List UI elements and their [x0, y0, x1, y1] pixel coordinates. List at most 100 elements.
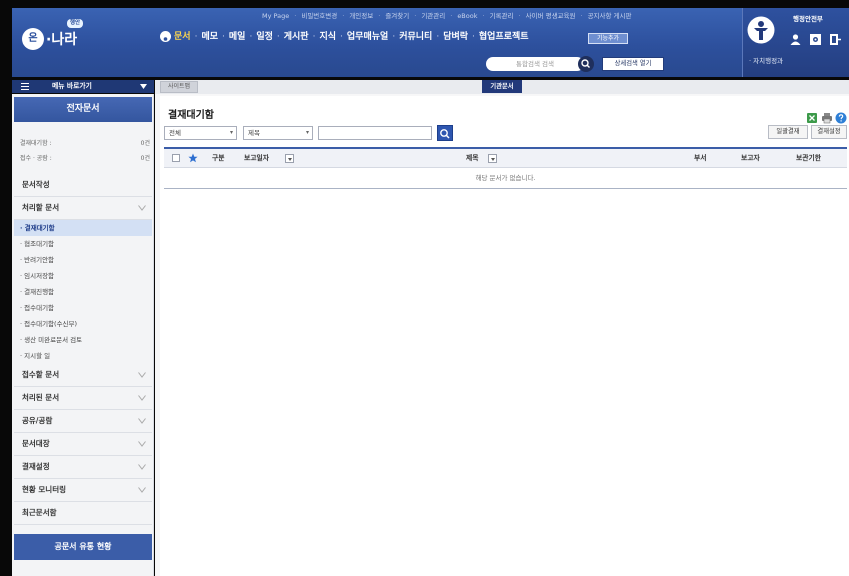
column-header-department: 부서 [694, 154, 707, 162]
sort-icon[interactable] [488, 154, 497, 163]
add-feature-button[interactable]: 기능추가 [588, 33, 628, 44]
sidebar-subitem-approval-waiting[interactable]: 결재대기함 [14, 220, 152, 236]
app-logo[interactable]: 온 ·나라 행안 [22, 19, 102, 54]
search-field-select[interactable]: 제목 [243, 126, 313, 140]
search-icon[interactable] [578, 56, 594, 72]
count-approval[interactable]: 결재대기함 : 0건 [20, 139, 150, 149]
logo-badge: 행안 [67, 19, 84, 28]
sidebar-subitem-receipt-waiting[interactable]: 접수대기함 [14, 300, 152, 316]
nav-item-community[interactable]: 커뮤니티 [388, 32, 432, 42]
menu-shortcut-label: 메뉴 바로가기 [52, 82, 92, 90]
sidebar-item-compose[interactable]: 문서작성 [14, 174, 152, 197]
nav-item-documents[interactable]: 문서 [174, 32, 191, 42]
department-name: · 자치행정과 [749, 57, 784, 65]
link-education[interactable]: 사이버 평생교육원 [514, 12, 576, 20]
person-icon [160, 31, 171, 44]
chevron-down-icon [138, 418, 146, 424]
sidebar-subitem-instructions[interactable]: 지시할 일 [14, 348, 152, 364]
empty-message: 해당 문서가 없습니다. [164, 168, 847, 189]
chevron-down-icon [138, 487, 146, 493]
detail-search-button[interactable]: 상세검색 열기 [602, 57, 664, 71]
bulk-approve-button[interactable]: 일괄결재 [768, 125, 808, 139]
sidebar-item-to-process[interactable]: 처리할 문서 [14, 197, 152, 220]
user-icon[interactable] [789, 31, 802, 45]
link-favorites[interactable]: 즐겨찾기 [373, 12, 409, 20]
main-nav: 문서메모메일일정게시판지식업무매뉴얼커뮤니티담벼락협업프로젝트 [174, 30, 584, 44]
chevron-down-icon [138, 395, 146, 401]
link-org-admin[interactable]: 기관관리 [409, 12, 445, 20]
excel-icon[interactable] [806, 109, 818, 123]
sidebar-item-label: 문서대장 [22, 439, 50, 448]
category-select-value: 전체 [169, 129, 181, 137]
sidebar-item-label: 처리된 문서 [22, 393, 60, 402]
logout-icon[interactable] [829, 31, 842, 45]
table-header: 구분 보고일자 제목 부서 보고자 보관기한 [164, 147, 847, 168]
utility-links: My Page비밀번호변경개인정보즐겨찾기기관관리eBook기록관리사이버 평생… [262, 11, 732, 21]
count-label: 접수 · 공람 : [20, 155, 52, 162]
link-mypage[interactable]: My Page [262, 12, 289, 20]
sidebar-item-label: 결재설정 [22, 462, 50, 471]
sidebar-subitem-incomplete-review[interactable]: 생산 미완료문서 검토 [14, 332, 152, 348]
search-button[interactable] [437, 125, 453, 141]
chevron-down-icon [140, 84, 147, 89]
print-icon[interactable] [821, 109, 833, 124]
count-receipt[interactable]: 접수 · 공람 : 0건 [20, 154, 150, 164]
column-header-title[interactable]: 제목 [466, 149, 479, 168]
column-header-report-date[interactable]: 보고일자 [244, 149, 269, 168]
category-select[interactable]: 전체 [164, 126, 237, 140]
org-documents-button[interactable]: 기관문서 [482, 80, 522, 93]
sidebar-item-to-receive[interactable]: 접수할 문서 [14, 364, 152, 387]
link-notice[interactable]: 공지사항 게시판 [575, 12, 631, 20]
link-records[interactable]: 기록관리 [478, 12, 514, 20]
nav-item-manual[interactable]: 업무매뉴얼 [336, 32, 388, 42]
logo-text: ·나라 [46, 32, 78, 48]
sidebar-item-label: 처리할 문서 [22, 203, 60, 212]
nav-item-collab[interactable]: 협업프로젝트 [468, 32, 529, 42]
count-value: 0건 [140, 155, 150, 162]
chevron-down-icon [138, 205, 146, 211]
approval-settings-button[interactable]: 결재설정 [811, 125, 847, 139]
sidebar-item-registry[interactable]: 문서대장 [14, 433, 152, 456]
sidebar-item-label: 현황 모니터링 [22, 485, 67, 494]
count-value: 0건 [140, 140, 150, 147]
select-all-checkbox[interactable] [172, 154, 180, 162]
search-field-select-value: 제목 [248, 129, 260, 137]
gear-icon[interactable] [809, 31, 822, 45]
tab-sitemap[interactable]: 사이트맵 [160, 81, 198, 93]
column-header-type: 구분 [212, 154, 225, 162]
chevron-down-icon [138, 464, 146, 470]
nav-item-knowledge[interactable]: 지식 [309, 32, 336, 42]
nav-item-schedule[interactable]: 일정 [245, 32, 272, 42]
sidebar-item-label: 접수할 문서 [22, 370, 60, 379]
link-ebook[interactable]: eBook [445, 12, 477, 20]
sidebar-item-label: 문서작성 [22, 180, 50, 189]
sidebar-item-processed[interactable]: 처리된 문서 [14, 387, 152, 410]
page-title: 결재대기함 [168, 110, 214, 121]
sidebar-subitem-cooperation[interactable]: 협조대기함 [14, 236, 152, 252]
keyword-input[interactable] [318, 126, 432, 140]
nav-item-mail[interactable]: 메일 [218, 32, 245, 42]
column-header-reporter: 보고자 [741, 154, 760, 162]
sidebar-subitem-receipt-recipient[interactable]: 접수대기함(수신부) [14, 316, 152, 332]
sidebar-subitem-rejected[interactable]: 반려기안함 [14, 252, 152, 268]
nav-item-board[interactable]: 게시판 [273, 32, 309, 42]
menu-shortcut-bar[interactable]: 메뉴 바로가기 [12, 80, 154, 93]
link-password[interactable]: 비밀번호변경 [289, 12, 337, 20]
sort-icon[interactable] [285, 154, 294, 163]
sidebar-item-approval-settings[interactable]: 결재설정 [14, 456, 152, 479]
sidebar-subitem-in-progress[interactable]: 결재진행함 [14, 284, 152, 300]
org-name: 행정안전부 [793, 15, 823, 23]
sidebar-item-shared[interactable]: 공유/공람 [14, 410, 152, 433]
sidebar-title: 전자문서 [14, 97, 152, 122]
sidebar-subitem-drafts[interactable]: 임시저장함 [14, 268, 152, 284]
nav-item-memo[interactable]: 메모 [191, 32, 218, 42]
sidebar-item-monitoring[interactable]: 현황 모니터링 [14, 479, 152, 502]
link-profile[interactable]: 개인정보 [337, 12, 373, 20]
sidebar-item-recent[interactable]: 최근문서함 [14, 502, 152, 525]
menu-icon [21, 83, 29, 90]
nav-item-wall[interactable]: 담벼락 [432, 32, 468, 42]
search-input[interactable] [486, 57, 584, 71]
document-distribution-button[interactable]: 공문서 유통 현황 [14, 534, 152, 560]
star-icon[interactable] [188, 153, 198, 163]
help-icon[interactable] [835, 109, 847, 124]
